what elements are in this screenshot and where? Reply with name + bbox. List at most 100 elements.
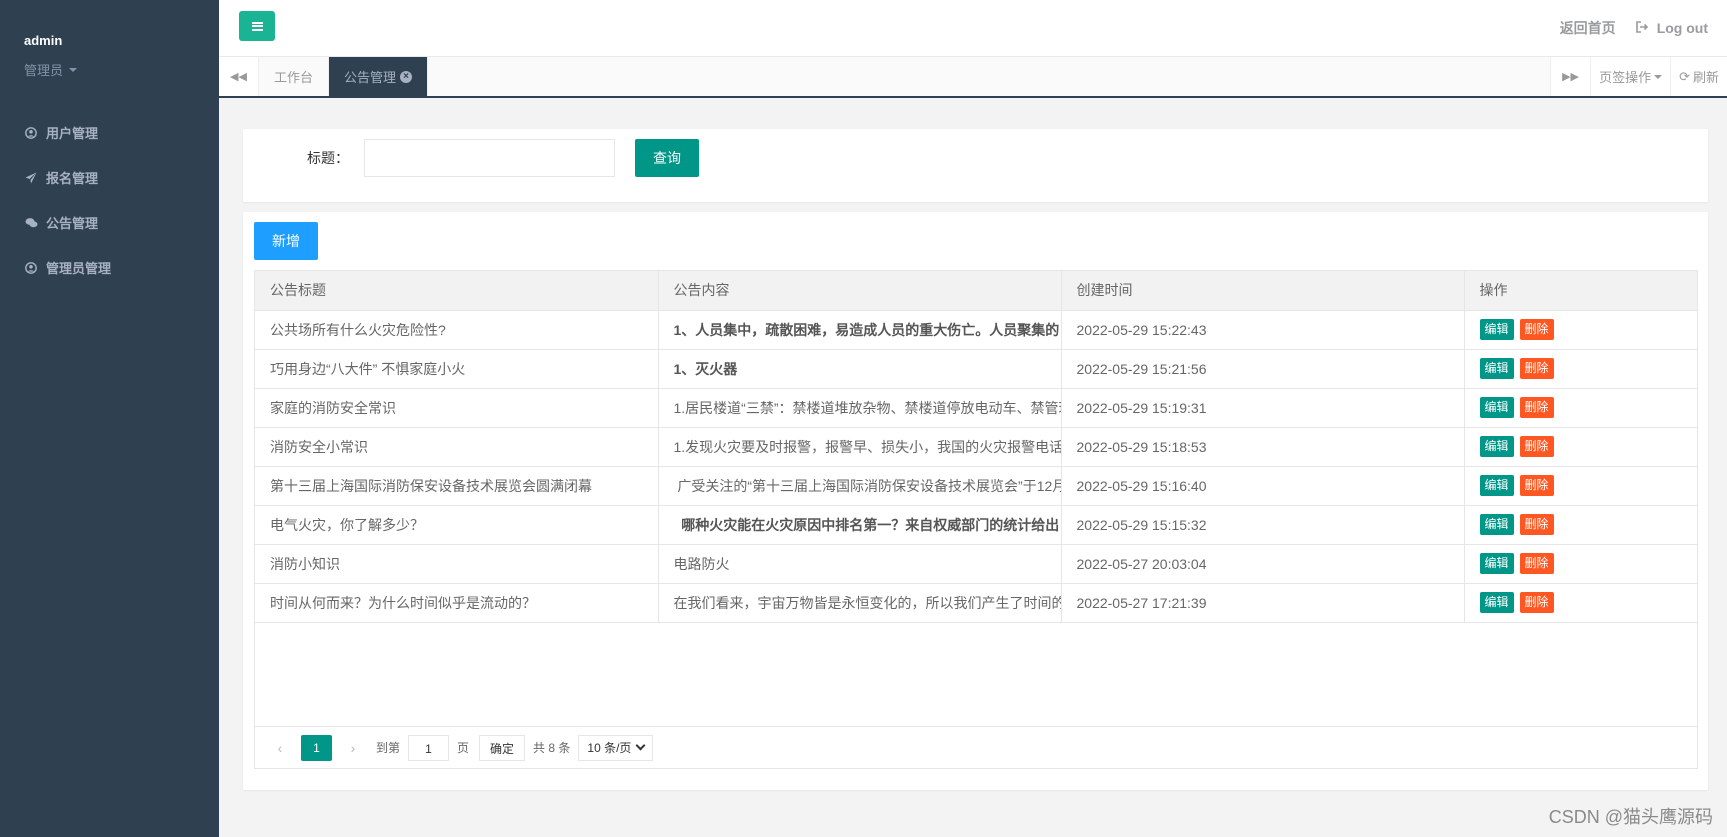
profile: admin 管理员 <box>0 0 219 100</box>
page-unit-label: 页 <box>457 741 470 755</box>
cell-created-time: 2022-05-29 15:21:56 <box>1061 349 1465 389</box>
delete-button[interactable]: 删除 <box>1519 475 1554 496</box>
table-row: 巧用身边“八大件” 不惧家庭小火 1、灭火器 2022-05-29 15:21:56… <box>255 349 1697 389</box>
topbar-actions: 返回首页 Log out <box>1560 0 1708 55</box>
sidebar-item-admins[interactable]: 管理员管理 <box>0 245 219 290</box>
edit-button[interactable]: 编辑 <box>1479 397 1514 418</box>
chevron-down-icon <box>635 740 646 751</box>
search-title-label: 标题： <box>307 150 349 166</box>
tabs-scroll-right-button[interactable]: ▶▶ <box>1550 57 1591 96</box>
delete-button[interactable]: 删除 <box>1519 319 1554 340</box>
sidebar: admin 管理员 用户管理 报名管理 公告管理 管理员管理 <box>0 0 219 837</box>
delete-button[interactable]: 删除 <box>1519 397 1554 418</box>
cell-title: 公共场所有什么火灾危险性? <box>255 310 659 350</box>
refresh-icon: ⟳ <box>1679 68 1690 84</box>
profile-username[interactable]: admin <box>24 33 219 48</box>
cell-actions: 编辑 删除 <box>1464 466 1697 506</box>
tab-label: 工作台 <box>274 70 314 85</box>
cell-created-time: 2022-05-29 15:16:40 <box>1061 466 1465 506</box>
announcement-table: 公告标题 公告内容 创建时间 操作 公共场所有什么火灾危险性? 1、人员集中，疏散… <box>254 270 1698 769</box>
edit-button[interactable]: 编辑 <box>1479 514 1514 535</box>
paper-plane-icon <box>24 171 38 185</box>
double-chevron-left-icon: ◀◀ <box>230 71 247 83</box>
profile-role-dropdown[interactable]: 管理员 <box>24 60 219 79</box>
sidebar-item-registration[interactable]: 报名管理 <box>0 155 219 200</box>
delete-button[interactable]: 删除 <box>1519 514 1554 535</box>
table-header-row: 公告标题 公告内容 创建时间 操作 <box>255 271 1697 311</box>
delete-button[interactable]: 删除 <box>1519 436 1554 457</box>
tab-operations-label: 页签操作 <box>1599 70 1652 85</box>
sidebar-item-announcements[interactable]: 公告管理 <box>0 200 219 245</box>
cell-created-time: 2022-05-29 15:15:32 <box>1061 505 1465 545</box>
cell-title: 时间从何而来？为什么时间似乎是流动的？ <box>255 583 659 623</box>
next-page-icon[interactable]: › <box>338 740 368 756</box>
sidebar-nav: 用户管理 报名管理 公告管理 管理员管理 <box>0 110 219 290</box>
cell-created-time: 2022-05-29 15:22:43 <box>1061 310 1465 350</box>
tab-list: 工作台 公告管理 × <box>259 57 429 96</box>
comments-icon <box>24 216 38 230</box>
total-count: 共 8 条 <box>533 741 571 755</box>
edit-button[interactable]: 编辑 <box>1479 592 1514 613</box>
tabs-bar: ◀◀ 工作台 公告管理 × ▶▶ 页签操作 ⟳ 刷新 <box>219 57 1727 98</box>
watermark: CSDN @猫头鹰源码 <box>1548 807 1713 827</box>
cell-content: 广受关注的“第十三届上海国际消防保安设备技术展览会”于12月 <box>658 466 1062 506</box>
menu-toggle-button[interactable] <box>239 11 275 41</box>
logout-button[interactable]: Log out <box>1635 20 1708 36</box>
cell-created-time: 2022-05-29 15:19:31 <box>1061 388 1465 428</box>
page-size-select[interactable]: 10 条/页 <box>578 734 654 761</box>
table-row: 时间从何而来？为什么时间似乎是流动的？ 在我们看来，宇宙万物皆是永恒变化的，所以我… <box>255 583 1697 623</box>
query-button[interactable]: 查询 <box>635 139 699 177</box>
sidebar-item-label: 报名管理 <box>46 171 99 186</box>
goto-page-input[interactable]: 1 <box>408 734 450 761</box>
tab-label: 公告管理 <box>344 70 397 85</box>
table-row: 消防安全小常识 1.发现火灾要及时报警，报警早、损失小，我国的火灾报警电话 2022… <box>255 427 1697 467</box>
cell-actions: 编辑 删除 <box>1464 349 1697 389</box>
add-button[interactable]: 新增 <box>254 222 318 260</box>
edit-button[interactable]: 编辑 <box>1479 553 1514 574</box>
double-chevron-right-icon: ▶▶ <box>1562 71 1580 83</box>
search-title-input[interactable] <box>364 139 615 177</box>
cell-title: 第十三届上海国际消防保安设备技术展览会圆满闭幕 <box>255 466 659 506</box>
refresh-label: 刷新 <box>1692 70 1719 85</box>
close-icon[interactable]: × <box>400 70 413 83</box>
delete-button[interactable]: 删除 <box>1519 358 1554 379</box>
home-link[interactable]: 返回首页 <box>1560 18 1616 38</box>
table-row: 家庭的消防安全常识 1.居民楼道“三禁”：禁楼道堆放杂物、禁楼道停放电动车、禁管理… <box>255 388 1697 428</box>
edit-button[interactable]: 编辑 <box>1479 358 1514 379</box>
sidebar-item-users[interactable]: 用户管理 <box>0 110 219 155</box>
tab-workbench[interactable]: 工作台 <box>259 57 330 96</box>
edit-button[interactable]: 编辑 <box>1479 436 1514 457</box>
announcement-list-panel: 新增 公告标题 公告内容 创建时间 操作 公共场所有什么火灾危险性? 1、人员集中… <box>243 212 1708 790</box>
column-header-created-time: 创建时间 <box>1061 271 1465 311</box>
goto-confirm-button[interactable]: 确定 <box>479 734 526 761</box>
edit-button[interactable]: 编辑 <box>1479 319 1514 340</box>
tabs-scroll-left-button[interactable]: ◀◀ <box>219 57 259 96</box>
cell-created-time: 2022-05-27 20:03:04 <box>1061 544 1465 584</box>
prev-page-icon[interactable]: ‹ <box>265 740 295 756</box>
sidebar-item-label: 管理员管理 <box>46 261 112 276</box>
tab-announcements[interactable]: 公告管理 × <box>329 57 429 96</box>
caret-down-icon <box>1654 74 1663 79</box>
tab-operations-dropdown[interactable]: 页签操作 <box>1590 57 1671 96</box>
cell-actions: 编辑 删除 <box>1464 388 1697 428</box>
sign-out-icon <box>1635 20 1649 36</box>
cell-created-time: 2022-05-27 17:21:39 <box>1061 583 1465 623</box>
cell-title: 家庭的消防安全常识 <box>255 388 659 428</box>
column-header-content: 公告内容 <box>658 271 1062 311</box>
table-row: 公共场所有什么火灾危险性? 1、人员集中，疏散困难，易造成人员的重大伤亡。人员聚集… <box>255 310 1697 350</box>
cell-title: 消防小知识 <box>255 544 659 584</box>
refresh-button[interactable]: ⟳ 刷新 <box>1670 57 1727 96</box>
hamburger-icon <box>251 21 263 31</box>
edit-button[interactable]: 编辑 <box>1479 475 1514 496</box>
cell-content: 1.发现火灾要及时报警，报警早、损失小，我国的火灾报警电话 <box>658 427 1062 467</box>
delete-button[interactable]: 删除 <box>1519 592 1554 613</box>
user-circle-icon <box>24 126 38 140</box>
cell-content: 在我们看来，宇宙万物皆是永恒变化的，所以我们产生了时间的 <box>658 583 1062 623</box>
pagination: ‹ 1 › 到第 1 页 确定 共 8 条 10 条/页 <box>255 726 1697 768</box>
cell-content: 1、灭火器 <box>658 349 1062 389</box>
delete-button[interactable]: 删除 <box>1519 553 1554 574</box>
cell-actions: 编辑 删除 <box>1464 427 1697 467</box>
current-page-button[interactable]: 1 <box>301 734 332 761</box>
table-row: 消防小知识 电路防火 2022-05-27 20:03:04 编辑 删除 <box>255 544 1697 584</box>
table-row: 电气火灾，你了解多少？ 哪种火灾能在火灾原因中排名第一？来自权威部门的统计给出 2… <box>255 505 1697 545</box>
